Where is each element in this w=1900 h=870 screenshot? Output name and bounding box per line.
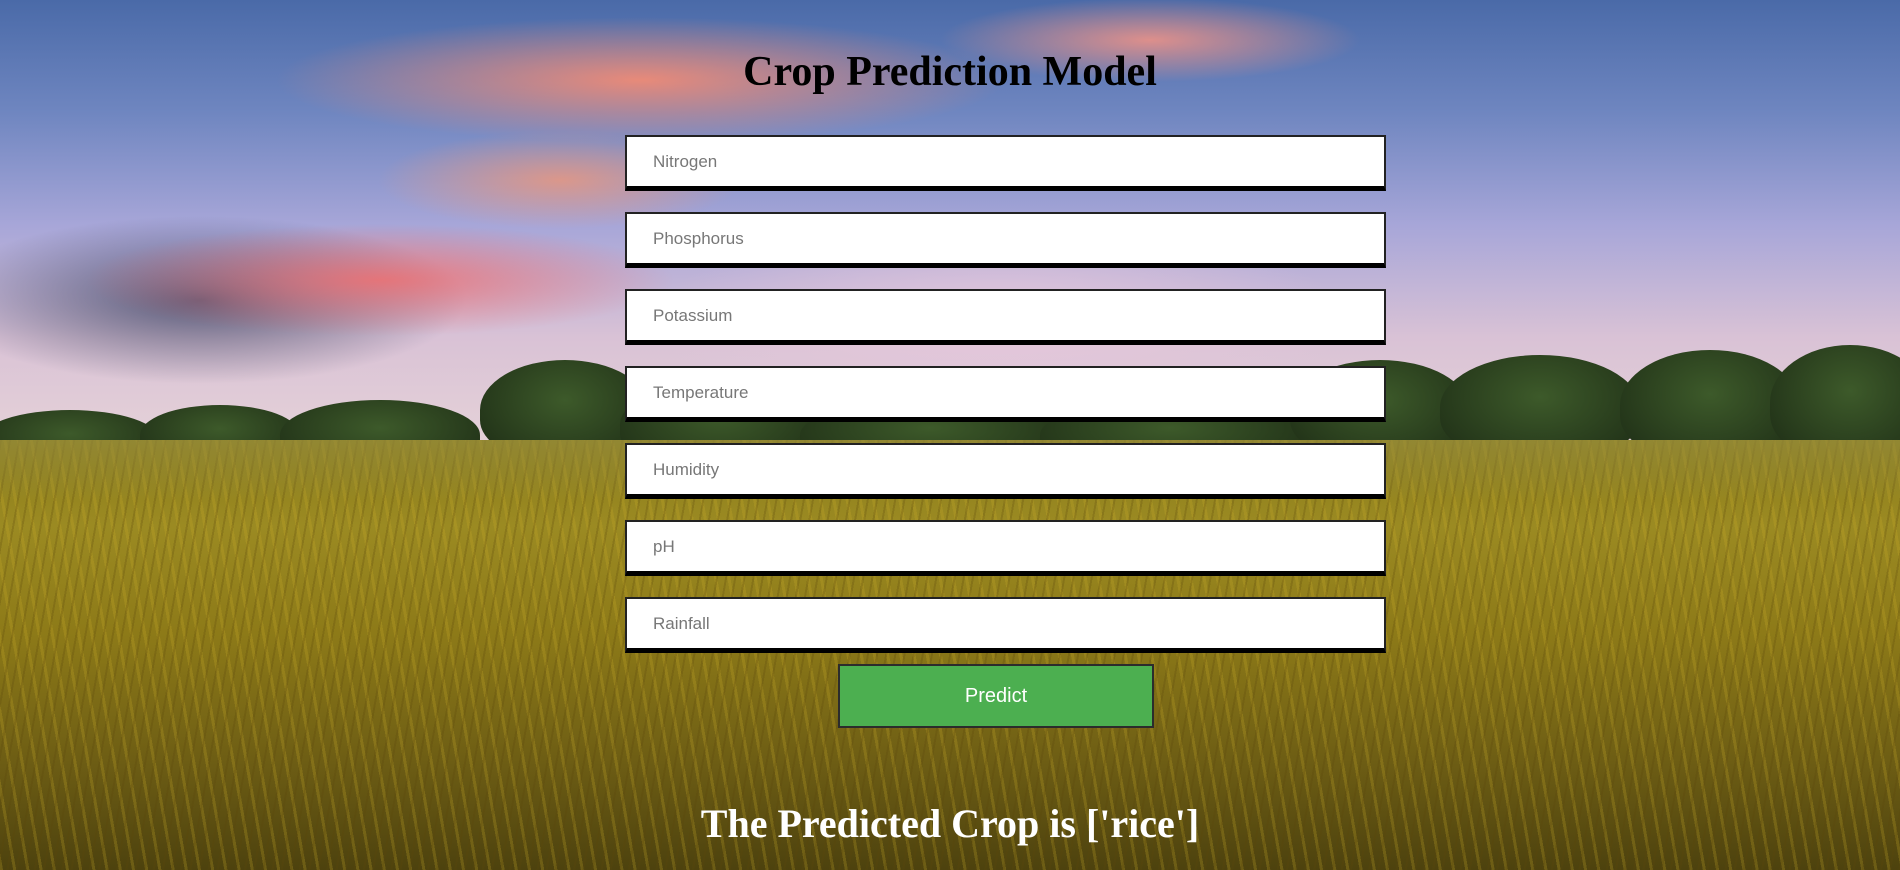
temperature-input[interactable] [625, 366, 1386, 422]
predict-button[interactable]: Predict [838, 664, 1154, 728]
nitrogen-input[interactable] [625, 135, 1386, 191]
rainfall-input[interactable] [625, 597, 1386, 653]
prediction-form [625, 135, 1386, 674]
page-title: Crop Prediction Model [743, 49, 1157, 95]
main-content: Crop Prediction Model Predict The Predic… [0, 0, 1900, 870]
humidity-input[interactable] [625, 443, 1386, 499]
ph-input[interactable] [625, 520, 1386, 576]
potassium-input[interactable] [625, 289, 1386, 345]
phosphorus-input[interactable] [625, 212, 1386, 268]
prediction-result: The Predicted Crop is ['rice'] [700, 801, 1200, 846]
